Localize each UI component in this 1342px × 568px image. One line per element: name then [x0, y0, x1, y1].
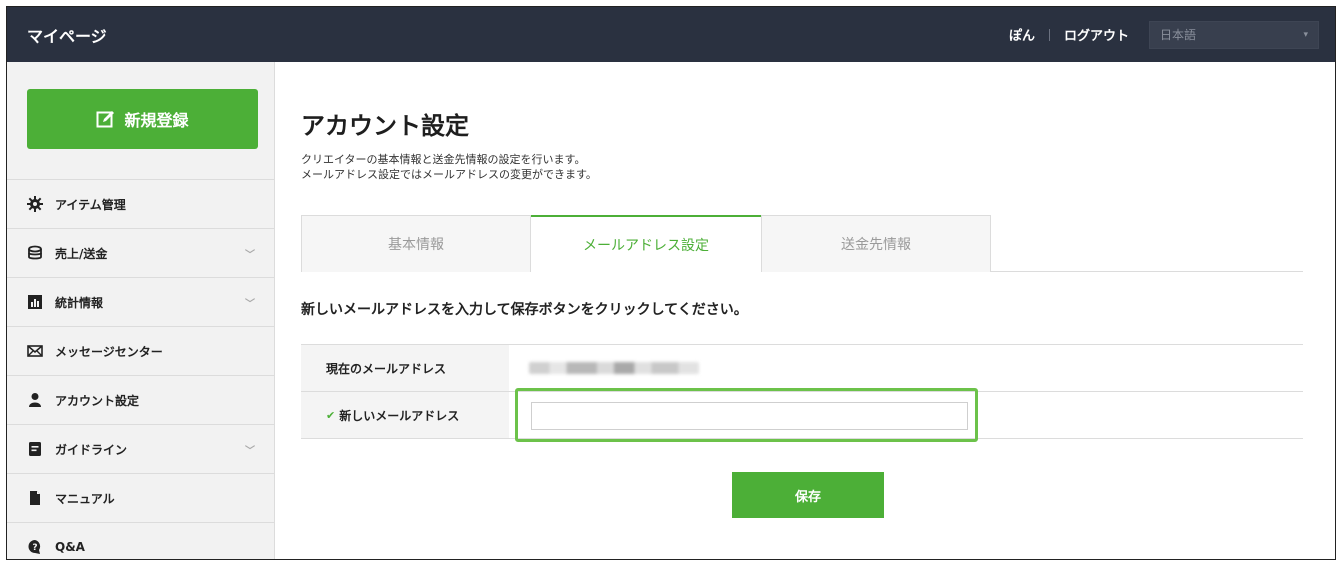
user-name[interactable]: ぽん — [1009, 25, 1035, 44]
app-window: マイページ ぽん ログアウト 日本語 ▾ 新規登録 アイテム管理 売上/送金 ﹀… — [6, 6, 1336, 560]
logout-link[interactable]: ログアウト — [1064, 25, 1129, 44]
tab-basic-info[interactable]: 基本情報 — [301, 215, 531, 272]
sidebar-item-label: アイテム管理 — [55, 197, 126, 212]
page-title: アカウント設定 — [301, 112, 469, 140]
instruction-text: 新しいメールアドレスを入力して保存ボタンをクリックしてください。 — [301, 302, 748, 318]
chevron-down-icon: ﹀ — [245, 445, 255, 457]
svg-text:?: ? — [32, 543, 37, 553]
sidebar-item-statistics[interactable]: 統計情報 ﹀ — [7, 278, 275, 327]
sidebar-item-message-center[interactable]: メッセージセンター — [7, 327, 275, 376]
chart-icon — [27, 294, 43, 310]
app-title[interactable]: マイページ — [7, 23, 107, 47]
top-header: マイページ ぽん ログアウト 日本語 ▾ — [7, 7, 1335, 62]
new-email-label-cell: ✔ 新しいメールアドレス — [301, 392, 509, 438]
header-actions: ぽん ログアウト 日本語 ▾ — [1009, 20, 1335, 49]
tab-email-settings[interactable]: メールアドレス設定 — [531, 215, 761, 273]
language-select-value: 日本語 — [1160, 28, 1197, 42]
sidebar-item-label: ガイドライン — [55, 442, 128, 457]
new-registration-button[interactable]: 新規登録 — [27, 89, 258, 149]
user-icon — [27, 392, 43, 408]
new-email-input[interactable] — [531, 402, 968, 430]
description-line: クリエイターの基本情報と送金先情報の設定を行います。 — [301, 153, 586, 166]
settings-tabs: 基本情報 メールアドレス設定 送金先情報 — [301, 215, 1303, 273]
redacted-email — [529, 362, 699, 374]
header-divider — [1048, 28, 1050, 41]
sidebar-item-label: Q&A — [55, 540, 85, 554]
description-line: メールアドレス設定ではメールアドレスの変更ができます。 — [301, 168, 597, 181]
sidebar-item-qa[interactable]: ? Q&A — [7, 523, 275, 559]
check-icon: ✔ — [326, 408, 336, 422]
current-email-value — [509, 345, 1303, 391]
edit-icon — [96, 109, 116, 129]
save-button[interactable]: 保存 — [732, 472, 884, 518]
main-content: アカウント設定 クリエイターの基本情報と送金先情報の設定を行います。 メールアド… — [276, 62, 1335, 559]
email-form: 現在のメールアドレス ✔ 新しいメールアドレス — [301, 344, 1303, 442]
page-description: クリエイターの基本情報と送金先情報の設定を行います。 メールアドレス設定ではメー… — [301, 152, 597, 182]
sidebar-item-sales[interactable]: 売上/送金 ﹀ — [7, 229, 275, 278]
sidebar: 新規登録 アイテム管理 売上/送金 ﹀ 統計情報 ﹀ メッセージセンター アカウ… — [7, 62, 275, 559]
sidebar-item-guidelines[interactable]: ガイドライン ﹀ — [7, 425, 275, 474]
chevron-down-icon: ﹀ — [245, 298, 255, 310]
sidebar-item-label: アカウント設定 — [55, 393, 140, 408]
document-icon — [27, 441, 43, 457]
sidebar-item-item-management[interactable]: アイテム管理 — [7, 180, 275, 229]
sidebar-item-label: マニュアル — [55, 491, 115, 506]
sidebar-item-label: 売上/送金 — [55, 246, 108, 261]
sidebar-item-label: メッセージセンター — [55, 344, 163, 359]
new-email-label: 新しいメールアドレス — [339, 408, 460, 423]
sidebar-item-account-settings[interactable]: アカウント設定 — [7, 376, 275, 425]
form-row-new-email: ✔ 新しいメールアドレス — [301, 388, 1303, 442]
tab-payout-info[interactable]: 送金先情報 — [761, 215, 991, 272]
chevron-down-icon: ▾ — [1303, 29, 1308, 40]
chevron-down-icon: ﹀ — [245, 249, 255, 261]
sidebar-item-manual[interactable]: マニュアル — [7, 474, 275, 523]
sidebar-item-label: 統計情報 — [55, 295, 104, 310]
language-select[interactable]: 日本語 ▾ — [1149, 20, 1319, 49]
current-email-label: 現在のメールアドレス — [301, 345, 509, 391]
mail-icon — [27, 343, 43, 359]
form-row-current-email: 現在のメールアドレス — [301, 345, 1303, 392]
new-email-value-cell — [509, 388, 1303, 442]
gear-icon — [27, 196, 43, 212]
file-icon — [27, 490, 43, 506]
question-icon: ? — [27, 539, 43, 555]
sidebar-menu: アイテム管理 売上/送金 ﹀ 統計情報 ﹀ メッセージセンター アカウント設定 … — [7, 179, 275, 559]
new-registration-label: 新規登録 — [124, 111, 189, 130]
database-icon — [27, 245, 43, 261]
